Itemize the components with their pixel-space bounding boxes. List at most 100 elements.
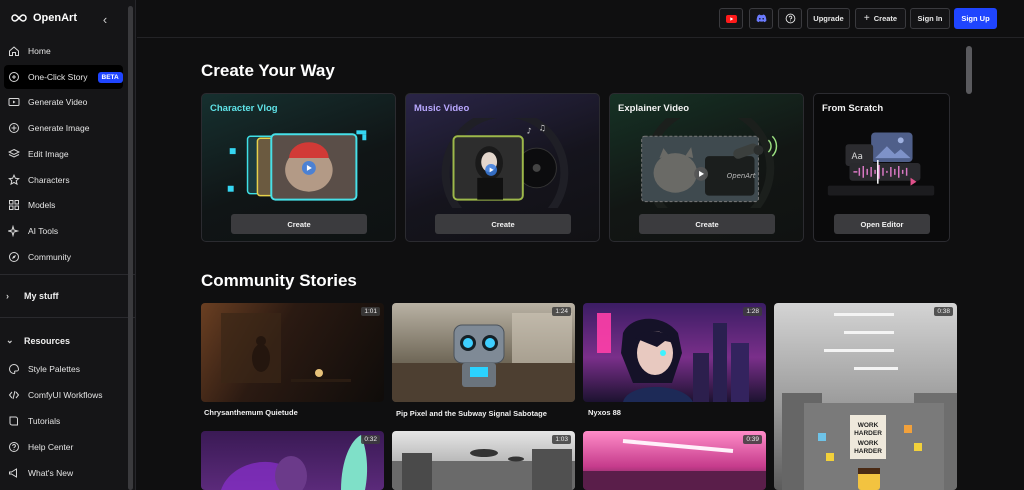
- sidebar-item-one-click-story[interactable]: One-Click Story BETA: [4, 65, 123, 89]
- sidebar-item-edit-image[interactable]: Edit Image: [4, 142, 123, 166]
- chevron-down-icon: ⌄: [6, 335, 14, 345]
- top-bar: Upgrade + Create Sign In Sign Up: [137, 0, 1024, 38]
- create-button[interactable]: + Create: [855, 8, 906, 29]
- duration-badge: 1:01: [361, 307, 380, 316]
- sidebar-item-label: Models: [28, 200, 56, 210]
- character-vlog-artwork: [227, 130, 367, 201]
- sign-in-button[interactable]: Sign In: [910, 8, 950, 29]
- video-icon: [8, 96, 20, 108]
- sidebar-divider: [0, 274, 135, 275]
- music-video-card[interactable]: Music Video ♪ ♫ Create: [405, 93, 600, 242]
- sidebar-item-label: Tutorials: [28, 416, 61, 426]
- sidebar-item-label: Generate Video: [28, 97, 88, 107]
- sidebar-item-label: Characters: [28, 175, 70, 185]
- character-vlog-card[interactable]: Character Vlog Create: [201, 93, 396, 242]
- sidebar-item-comfyui-workflows[interactable]: ComfyUI Workflows: [4, 383, 123, 407]
- svg-text:OpenArt: OpenArt: [727, 172, 756, 180]
- home-icon: [8, 45, 20, 57]
- music-video-artwork: ♪ ♫: [441, 118, 569, 208]
- sidebar-scrollbar[interactable]: [128, 6, 133, 490]
- sidebar-item-label: What's New: [28, 468, 74, 478]
- svg-text:Aa: Aa: [851, 152, 863, 162]
- sidebar-item-tutorials[interactable]: Tutorials: [4, 409, 123, 433]
- story-thumbnail[interactable]: 1:28: [583, 303, 766, 402]
- card-title: Music Video: [414, 103, 470, 114]
- sidebar-item-label: Edit Image: [28, 149, 69, 159]
- duration-badge: 0:39: [743, 435, 762, 444]
- openart-logo[interactable]: OpenArt: [10, 12, 77, 24]
- sign-in-label: Sign In: [917, 14, 943, 23]
- sidebar-item-generate-video[interactable]: Generate Video: [4, 90, 123, 114]
- duration-badge: 0:38: [934, 307, 953, 316]
- story-thumbnail[interactable]: 0:32: [201, 431, 384, 490]
- create-section-title: Create Your Way: [201, 61, 335, 80]
- story-title[interactable]: Pip Pixel and the Subway Signal Sabotage: [396, 409, 547, 418]
- sign-up-label: Sign Up: [961, 14, 990, 23]
- story-thumbnail[interactable]: WORK HARDER WORK HARDER 0:38: [774, 303, 957, 490]
- sidebar-item-label: Help Center: [28, 442, 74, 452]
- main-scrollbar[interactable]: [966, 46, 972, 94]
- sidebar-item-home[interactable]: Home: [4, 39, 123, 63]
- music-video-create-button[interactable]: Create: [435, 214, 571, 234]
- story-title[interactable]: Chrysanthemum Quietude: [204, 408, 298, 417]
- layers-icon: [8, 148, 20, 160]
- resources-toggle[interactable]: ⌄ Resources: [6, 335, 70, 346]
- from-scratch-artwork: Aa: [827, 132, 935, 196]
- sidebar-item-help-center[interactable]: Help Center: [4, 435, 123, 459]
- story-icon: [8, 71, 20, 83]
- story-title[interactable]: Nyxos 88: [588, 408, 621, 417]
- resources-label: Resources: [24, 335, 71, 346]
- youtube-button[interactable]: [719, 8, 743, 29]
- story-thumbnail[interactable]: 1:24: [392, 303, 575, 402]
- story-artwork: WORK HARDER WORK HARDER: [782, 313, 957, 490]
- story-artwork: [597, 313, 749, 402]
- sidebar-item-models[interactable]: Models: [4, 193, 123, 217]
- sidebar-item-label: Generate Image: [28, 123, 90, 133]
- poster-line: HARDER: [854, 448, 882, 455]
- from-scratch-card[interactable]: From Scratch Aa Open Editor: [813, 93, 950, 242]
- my-stuff-toggle[interactable]: › My stuff: [6, 291, 59, 301]
- sidebar-item-ai-tools[interactable]: AI Tools: [4, 219, 123, 243]
- story-thumbnail[interactable]: 1:03: [392, 431, 575, 490]
- explainer-video-create-button[interactable]: Create: [639, 214, 775, 234]
- plus-icon: +: [863, 13, 870, 24]
- upgrade-button[interactable]: Upgrade: [807, 8, 850, 29]
- story-artwork: [583, 439, 766, 490]
- help-button[interactable]: [778, 8, 802, 29]
- upgrade-label: Upgrade: [813, 14, 844, 23]
- sign-up-button[interactable]: Sign Up: [954, 8, 997, 29]
- sidebar-item-community[interactable]: Community: [4, 245, 123, 269]
- collapse-sidebar-icon[interactable]: ‹: [98, 12, 112, 27]
- sidebar: OpenArt ‹ Home One-Click Story BETA Gene…: [0, 0, 136, 490]
- sidebar-item-generate-image[interactable]: Generate Image: [4, 116, 123, 140]
- help-icon: [8, 441, 20, 453]
- card-title: Explainer Video: [618, 103, 690, 114]
- sidebar-item-label: Style Palettes: [28, 364, 80, 374]
- sparkle-icon: [8, 225, 20, 237]
- palette-icon: [8, 363, 20, 375]
- compass-icon: [8, 251, 20, 263]
- character-vlog-create-button[interactable]: Create: [231, 214, 367, 234]
- book-icon: [8, 415, 20, 427]
- chevron-right-icon: ›: [6, 291, 9, 301]
- card-title: From Scratch: [822, 103, 884, 114]
- sidebar-item-characters[interactable]: Characters: [4, 168, 123, 192]
- poster-line: HARDER: [854, 430, 882, 437]
- story-thumbnail[interactable]: 1:01: [201, 303, 384, 402]
- discord-button[interactable]: [749, 8, 773, 29]
- card-title: Character Vlog: [210, 103, 278, 114]
- open-editor-button[interactable]: Open Editor: [834, 214, 930, 234]
- community-section-title: Community Stories: [201, 271, 357, 290]
- question-icon: [785, 13, 795, 24]
- plus-circle-icon: [8, 122, 20, 134]
- story-thumbnail[interactable]: 0:39: [583, 431, 766, 490]
- sidebar-item-whats-new[interactable]: What's New: [4, 461, 123, 485]
- explainer-video-card[interactable]: Explainer Video OpenArt Create: [609, 93, 804, 242]
- poster-line: WORK: [858, 440, 879, 447]
- duration-badge: 1:28: [743, 307, 762, 316]
- megaphone-icon: [8, 467, 20, 479]
- sidebar-item-style-palettes[interactable]: Style Palettes: [4, 357, 123, 381]
- infinity-icon: [11, 14, 27, 22]
- story-artwork: [392, 449, 575, 490]
- sidebar-divider: [0, 317, 135, 318]
